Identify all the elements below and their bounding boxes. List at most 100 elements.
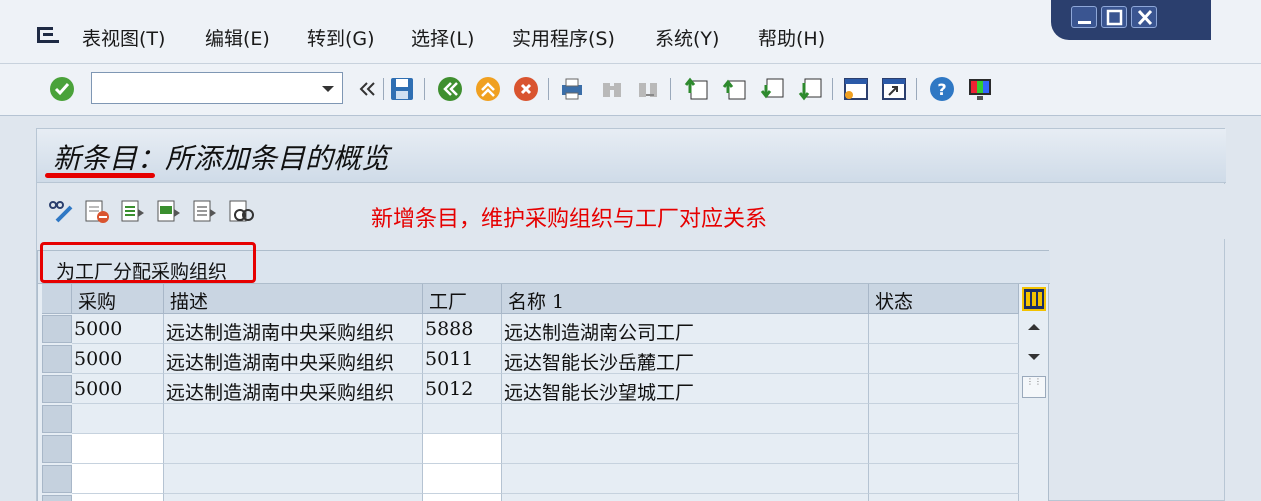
table-cell-purch[interactable] (72, 404, 164, 434)
table-cell-desc (164, 494, 423, 501)
row-selector[interactable] (42, 345, 72, 373)
window-controls (1051, 0, 1211, 40)
row-selector[interactable] (42, 435, 72, 463)
cancel-icon[interactable] (512, 75, 540, 103)
menu-goto[interactable]: 转到(G) (307, 24, 375, 51)
column-header-desc[interactable]: 描述 (164, 284, 423, 314)
table-cell-name (502, 434, 869, 464)
command-field[interactable] (91, 72, 343, 104)
table-cell-plant: 5011 (423, 344, 502, 374)
prev-page-icon[interactable] (720, 75, 748, 103)
exit-icon[interactable] (474, 75, 502, 103)
table-cell-desc: 远达制造湖南中央采购组织 (164, 314, 423, 344)
standard-toolbar: ? (0, 64, 1261, 116)
menu-selection[interactable]: 选择(L) (411, 24, 474, 51)
table-cell-purch[interactable] (72, 434, 164, 464)
screen-area: 新条目：所添加条目的概览 新增条目，维护采购组织与工厂对应关系 为工厂分配采购组… (36, 128, 1226, 501)
delete-icon[interactable] (83, 197, 111, 225)
close-icon[interactable] (1131, 6, 1157, 28)
menu-bar: 表视图(T) 编辑(E) 转到(G) 选择(L) 实用程序(S) 系统(Y) 帮… (0, 0, 1261, 64)
table-cell-purch[interactable] (72, 494, 164, 501)
table-cell-status (869, 464, 1019, 494)
row-selector[interactable] (42, 495, 72, 501)
table-cell-desc: 远达制造湖南中央采购组织 (164, 344, 423, 374)
enter-icon[interactable] (48, 75, 76, 103)
table-cell-name: 远达智能长沙望城工厂 (502, 374, 869, 404)
toolbar-divider (832, 78, 833, 100)
column-header-plant[interactable]: 工厂 (423, 284, 502, 314)
menu-system[interactable]: 系统(Y) (655, 24, 719, 51)
table-cell-plant[interactable] (423, 464, 502, 494)
table-cell-name (502, 404, 869, 434)
table-cell-purch: 5000 (72, 344, 164, 374)
column-header-status[interactable]: 状态 (869, 284, 1019, 314)
back-icon[interactable] (436, 75, 464, 103)
annotation-text: 新增条目，维护采购组织与工厂对应关系 (371, 207, 768, 232)
row-selector[interactable] (42, 315, 72, 343)
row-selector[interactable] (42, 375, 72, 403)
toolbar-divider (383, 78, 384, 100)
table-cell-name: 远达智能长沙岳麓工厂 (502, 344, 869, 374)
print-icon[interactable] (558, 75, 586, 103)
menu-toggle-icon[interactable] (36, 26, 60, 46)
menu-edit[interactable]: 编辑(E) (205, 24, 270, 51)
minimize-icon[interactable] (1071, 6, 1097, 28)
toolbar-divider (670, 78, 671, 100)
new-session-icon[interactable] (842, 75, 870, 103)
help-icon[interactable]: ? (928, 75, 956, 103)
find-next-icon[interactable] (634, 75, 662, 103)
table-cell-plant: 5888 (423, 314, 502, 344)
column-header-name[interactable]: 名称 1 (502, 284, 869, 314)
scroll-down-icon[interactable] (1028, 354, 1040, 360)
row-selector[interactable] (42, 465, 72, 493)
table-cell-desc: 远达制造湖南中央采购组织 (164, 374, 423, 404)
table-cell-status (869, 494, 1019, 501)
table-cell-name: 远达制造湖南公司工厂 (502, 314, 869, 344)
toolbar-divider (548, 78, 549, 100)
scroll-thumb[interactable]: ⋮⋮ (1022, 376, 1046, 398)
select-all-header[interactable] (42, 284, 72, 314)
layout-icon[interactable] (966, 75, 994, 103)
toolbar-divider (916, 78, 917, 100)
table-cell-desc (164, 434, 423, 464)
table-cell-name (502, 464, 869, 494)
highlight-box (40, 242, 256, 283)
history-back-icon[interactable] (353, 75, 381, 103)
menu-help[interactable]: 帮助(H) (758, 24, 825, 51)
details-icon[interactable] (227, 197, 255, 225)
deselect-all-icon[interactable] (191, 197, 219, 225)
maximize-icon[interactable] (1101, 6, 1127, 28)
column-config-icon[interactable] (1022, 287, 1046, 311)
row-selector[interactable] (42, 405, 72, 433)
table-cell-status (869, 314, 1019, 344)
table-cell-status (869, 404, 1019, 434)
menu-table-view[interactable]: 表视图(T) (82, 24, 165, 51)
table-cell-desc (164, 404, 423, 434)
table-cell-name (502, 494, 869, 501)
table-cell-plant[interactable] (423, 404, 502, 434)
table-cell-desc (164, 464, 423, 494)
save-icon[interactable] (388, 75, 416, 103)
display-change-icon[interactable] (47, 197, 75, 225)
table-cell-purch[interactable] (72, 464, 164, 494)
table-cell-plant[interactable] (423, 494, 502, 501)
first-page-icon[interactable] (682, 75, 710, 103)
table-control: 为工厂分配采购组织 采购 描述 工厂 名称 1 状态 5000 远达制造湖南中央采… (37, 242, 1050, 501)
find-icon[interactable] (598, 75, 626, 103)
column-header-purch[interactable]: 采购 (72, 284, 164, 314)
select-all-icon[interactable] (119, 197, 147, 225)
table-cell-plant[interactable] (423, 434, 502, 464)
table-cell-purch: 5000 (72, 314, 164, 344)
scroll-up-icon[interactable] (1028, 324, 1040, 330)
vertical-scrollbar[interactable]: ⋮⋮ (1020, 314, 1048, 501)
last-page-icon[interactable] (796, 75, 824, 103)
menu-utilities[interactable]: 实用程序(S) (512, 24, 615, 51)
table-cell-status (869, 434, 1019, 464)
select-block-icon[interactable] (155, 197, 183, 225)
shortcut-icon[interactable] (880, 75, 908, 103)
chevron-down-icon[interactable] (322, 86, 334, 92)
title-bar: 新条目：所添加条目的概览 (37, 129, 1226, 183)
table-cell-purch: 5000 (72, 374, 164, 404)
table-cell-status (869, 344, 1019, 374)
next-page-icon[interactable] (758, 75, 786, 103)
